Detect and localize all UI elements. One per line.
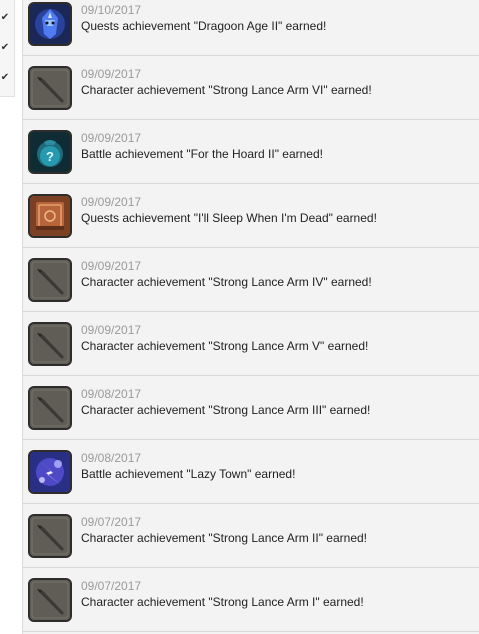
achievement-date: 09/09/2017 xyxy=(81,323,142,337)
lance-icon xyxy=(28,66,72,110)
achievement-text: Quests achievement "I'll Sleep When I'm … xyxy=(81,211,377,225)
achievement-date: 09/08/2017 xyxy=(81,387,142,401)
checkmark-column: ✔ ✔ ✔ xyxy=(0,0,15,97)
achievement-item: 09/08/2017 Battle achievement "Lazy Town… xyxy=(23,440,479,504)
achievement-date: 09/09/2017 xyxy=(81,259,142,273)
achievement-date: 09/07/2017 xyxy=(81,579,142,593)
achievement-item: 09/07/2017 Character achievement "Strong… xyxy=(23,568,479,632)
achievement-item: 09/10/2017 Quests achievement "Dragoon A… xyxy=(23,0,479,56)
achievement-text: Character achievement "Strong Lance Arm … xyxy=(81,595,364,609)
achievement-text: Quests achievement "Dragoon Age II" earn… xyxy=(81,19,327,33)
achievement-item: 09/07/2017 Character achievement "Strong… xyxy=(23,504,479,568)
checkmark-icon: ✔ xyxy=(0,12,10,23)
achievement-item: 09/09/2017 Character achievement "Strong… xyxy=(23,248,479,312)
achievement-date: 09/09/2017 xyxy=(81,195,142,209)
achievement-text: Character achievement "Strong Lance Arm … xyxy=(81,403,371,417)
achievement-text: Character achievement "Strong Lance Arm … xyxy=(81,531,368,545)
checkmark-icon: ✔ xyxy=(0,72,10,83)
achievement-text: Battle achievement "For the Hoard II" ea… xyxy=(81,147,323,161)
achievement-date: 09/10/2017 xyxy=(81,3,142,17)
lance-icon xyxy=(28,258,72,302)
achievement-date: 09/07/2017 xyxy=(81,515,142,529)
achievement-item: 09/09/2017 Character achievement "Strong… xyxy=(23,312,479,376)
achievement-date: 09/09/2017 xyxy=(81,131,142,145)
lance-icon xyxy=(28,514,72,558)
dragoon-icon xyxy=(28,2,72,46)
achievement-item: 09/09/2017 Character achievement "Strong… xyxy=(23,56,479,120)
achievement-text: Character achievement "Strong Lance Arm … xyxy=(81,339,369,353)
achievement-text: Battle achievement "Lazy Town" earned! xyxy=(81,467,296,481)
lance-icon xyxy=(28,322,72,366)
page: ✔ ✔ ✔ 09/10/2017 Quests achievement "Dra… xyxy=(0,0,479,634)
achievement-date: 09/08/2017 xyxy=(81,451,142,465)
checkmark-icon: ✔ xyxy=(0,42,10,53)
achievement-text: Character achievement "Strong Lance Arm … xyxy=(81,83,372,97)
achievement-feed[interactable]: 09/10/2017 Quests achievement "Dragoon A… xyxy=(22,0,479,634)
lance-icon xyxy=(28,578,72,622)
treasure-sack-icon: ? xyxy=(28,130,72,174)
lightning-icon xyxy=(28,450,72,494)
achievement-text: Character achievement "Strong Lance Arm … xyxy=(81,275,372,289)
svg-text:?: ? xyxy=(46,149,54,164)
achievement-date: 09/09/2017 xyxy=(81,67,142,81)
lance-icon xyxy=(28,386,72,430)
achievement-item: ? 09/09/2017 Battle achievement "For the… xyxy=(23,120,479,184)
achievement-item: 09/09/2017 Quests achievement "I'll Slee… xyxy=(23,184,479,248)
achievement-item: 09/08/2017 Character achievement "Strong… xyxy=(23,376,479,440)
tome-icon xyxy=(28,194,72,238)
